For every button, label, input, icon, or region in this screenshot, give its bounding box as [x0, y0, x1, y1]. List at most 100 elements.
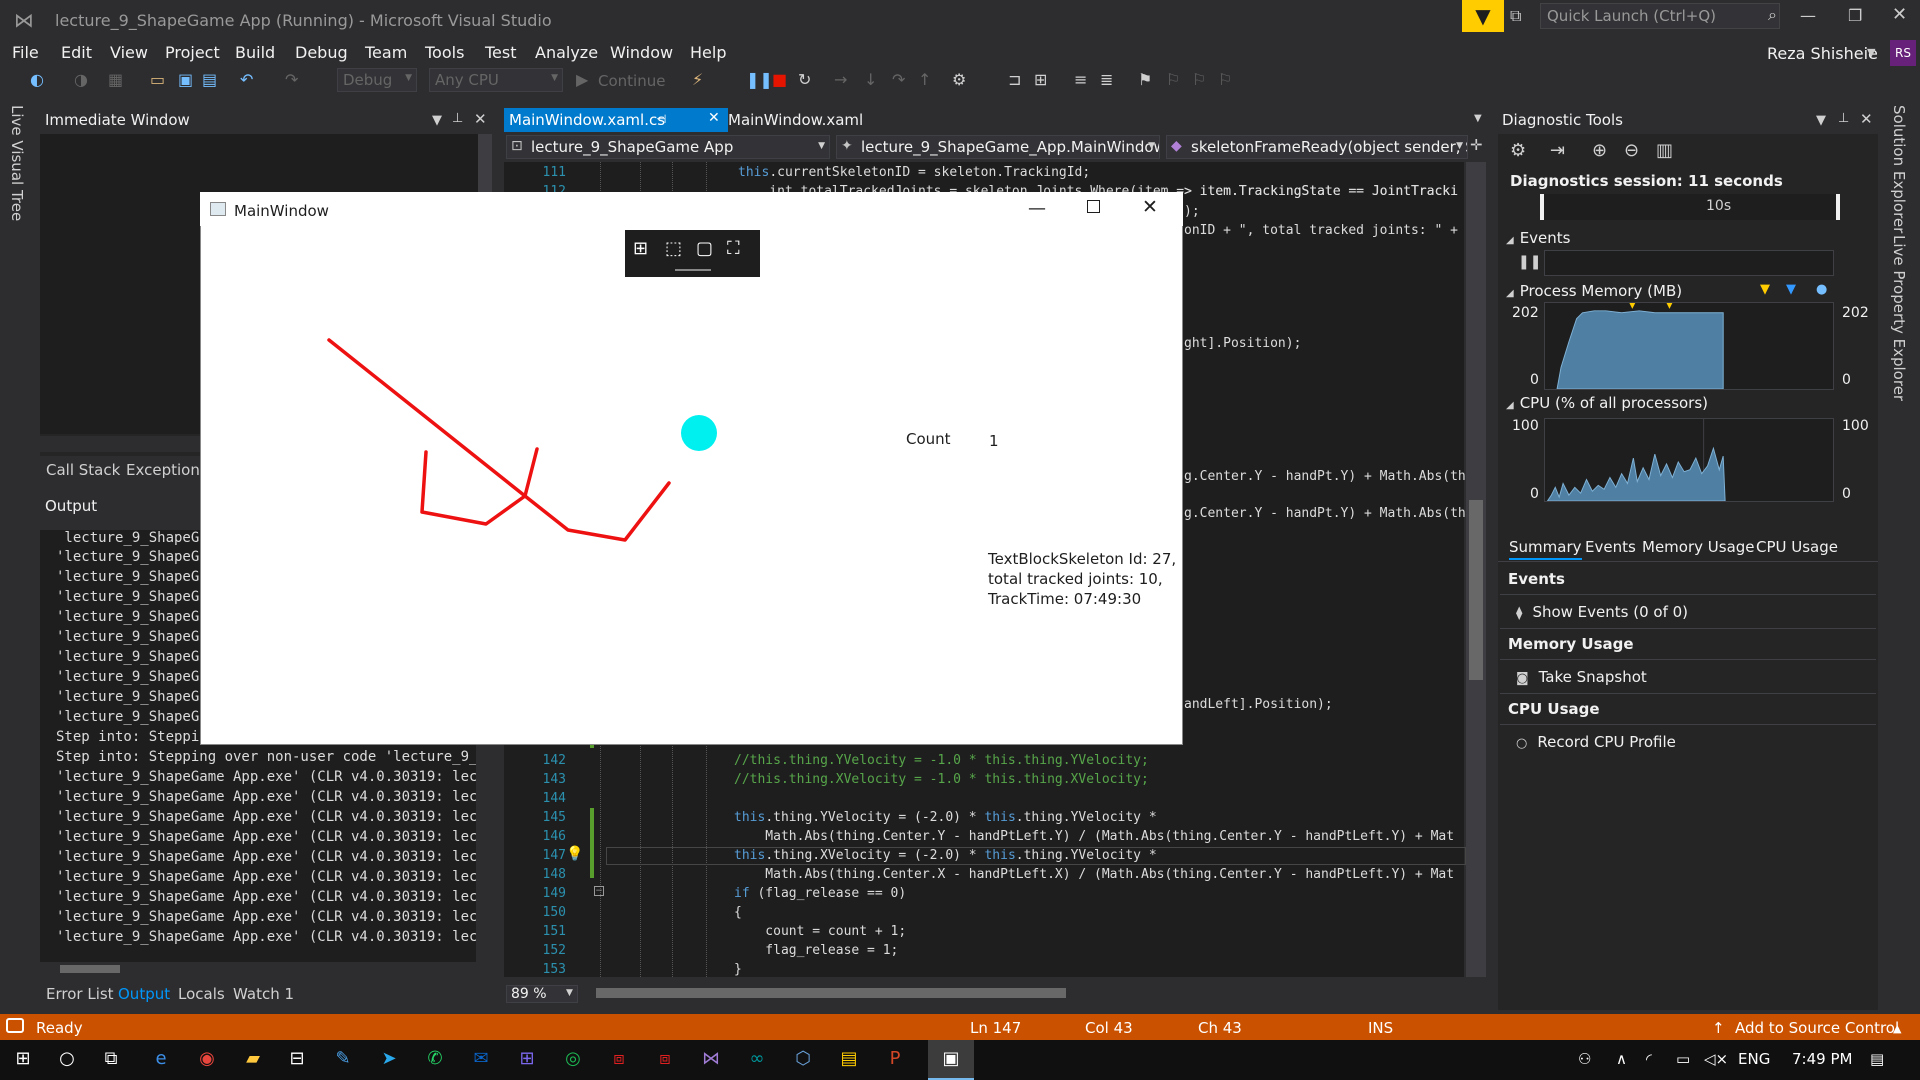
edge-browser-icon[interactable]: e: [148, 1046, 174, 1072]
visual-studio-icon[interactable]: ⋈: [698, 1046, 724, 1072]
clock[interactable]: 7:49 PM: [1792, 1050, 1852, 1068]
memory-usage-chart[interactable]: [1544, 302, 1834, 390]
pin-icon[interactable]: ⊥: [1838, 111, 1849, 126]
menu-edit[interactable]: Edit: [61, 43, 92, 62]
continue-play-icon[interactable]: ▶: [576, 70, 588, 89]
stop-icon[interactable]: ■: [772, 70, 787, 89]
store-icon[interactable]: ⊟: [284, 1046, 310, 1072]
arduino-icon[interactable]: ∞: [744, 1046, 770, 1072]
language-indicator[interactable]: ENG: [1738, 1050, 1770, 1068]
code-line[interactable]: //this.thing.XVelocity = -1.0 * this.thi…: [734, 772, 1149, 787]
wifi-icon[interactable]: ◜: [1646, 1050, 1652, 1068]
menu-view[interactable]: View: [110, 43, 148, 62]
chevron-down-icon[interactable]: ▼: [1474, 113, 1482, 124]
solution-explorer-tab[interactable]: Solution Explorer: [1890, 105, 1908, 233]
chrome-icon[interactable]: ◉: [194, 1046, 220, 1072]
go-to-live-visual-tree-icon[interactable]: ⊞: [633, 238, 648, 259]
new-project-icon[interactable]: ▦: [108, 70, 123, 89]
code-line[interactable]: Math.Abs(thing.Center.Y - handPtLeft.Y) …: [734, 829, 1454, 844]
telegram-icon[interactable]: ➤: [376, 1046, 402, 1072]
solidworks-alt-icon[interactable]: ⧈: [652, 1046, 678, 1072]
record-cpu-profile-button[interactable]: ○ Record CPU Profile: [1516, 733, 1676, 751]
code-fragment[interactable]: ght].Position);: [1184, 336, 1301, 351]
toggle-icon[interactable]: ⊐: [1008, 70, 1021, 89]
attach-icon[interactable]: ⚡: [692, 70, 703, 89]
status-line[interactable]: Ln 147: [970, 1019, 1021, 1037]
restore-button[interactable]: ❐: [1848, 6, 1862, 25]
open-folder-icon[interactable]: ▭: [150, 70, 165, 89]
solution-config-combo[interactable]: Debug ▼: [337, 68, 417, 92]
menu-project[interactable]: Project: [165, 43, 220, 62]
zoom-out-icon[interactable]: ⊖: [1624, 140, 1639, 161]
export-icon[interactable]: ⇥: [1550, 140, 1565, 161]
search-icon[interactable]: ⌕: [1768, 5, 1777, 25]
minimize-button[interactable]: —: [1800, 6, 1816, 25]
tab-error-list[interactable]: Error List: [46, 985, 114, 1003]
tab-cpu-usage[interactable]: CPU Usage: [1756, 538, 1838, 556]
app-shield-icon[interactable]: ⬡: [790, 1046, 816, 1072]
menu-window[interactable]: Window: [610, 43, 673, 62]
close-button[interactable]: ✕: [1892, 4, 1907, 25]
take-snapshot-button[interactable]: ◙ Take Snapshot: [1516, 668, 1647, 686]
select-element-icon[interactable]: ⬚: [665, 238, 682, 259]
code-line[interactable]: this.currentSkeletonID = skeleton.Tracki…: [738, 165, 1090, 180]
memory-section-title[interactable]: ◢ Process Memory (MB): [1506, 282, 1682, 300]
menu-debug[interactable]: Debug: [295, 43, 348, 62]
app-minimize-button[interactable]: —: [1028, 198, 1046, 219]
code-fragment[interactable]: andLeft].Position);: [1184, 697, 1333, 712]
redo-icon[interactable]: ↷: [285, 70, 298, 89]
undo-icon[interactable]: ↶: [240, 70, 253, 89]
tab-call-stack[interactable]: Call Stack: [46, 461, 120, 479]
save-all-icon[interactable]: ▤: [202, 70, 217, 89]
indent-icon[interactable]: ≡: [1074, 70, 1087, 89]
timeline-selection-end[interactable]: [1836, 194, 1840, 220]
sticky-notes-icon[interactable]: ▤: [836, 1046, 862, 1072]
cpu-usage-chart[interactable]: [1544, 418, 1834, 502]
chevron-down-icon[interactable]: ▼: [1816, 113, 1826, 128]
code-fragment[interactable]: > item.TrackingState == JointTracki: [1184, 184, 1458, 199]
zoom-in-icon[interactable]: ⊕: [1592, 140, 1607, 161]
pin-icon[interactable]: ⊥: [452, 111, 463, 126]
whatsapp-icon[interactable]: ✆: [422, 1046, 448, 1072]
tab-locals[interactable]: Locals: [178, 985, 225, 1003]
menu-file[interactable]: File: [12, 43, 39, 62]
track-focused-element-icon[interactable]: ⛶: [727, 238, 740, 259]
tab-memory-usage[interactable]: Memory Usage: [1642, 538, 1755, 556]
close-icon[interactable]: ✕: [1860, 110, 1873, 128]
live-property-explorer-tab[interactable]: Live Property Explorer: [1890, 235, 1908, 401]
gear-icon[interactable]: ⚙: [1510, 140, 1526, 161]
step-into-icon[interactable]: ↓: [864, 70, 877, 89]
code-fragment[interactable]: g.Center.Y - handPt.Y) + Math.Abs(th: [1184, 469, 1466, 484]
menu-build[interactable]: Build: [235, 43, 275, 62]
network-tool-icon[interactable]: ⊞: [514, 1046, 540, 1072]
hot-reload-icon[interactable]: ⚙: [952, 70, 966, 89]
chevron-down-icon[interactable]: ▼: [432, 113, 442, 128]
tab-summary[interactable]: Summary: [1509, 538, 1582, 560]
member-combo[interactable]: ◆ skeletonFrameReady(object sender, Skele…: [1166, 135, 1468, 159]
display-layout-adorners-icon[interactable]: ▢: [696, 238, 713, 259]
tab-watch-1[interactable]: Watch 1: [233, 985, 294, 1003]
prev-bookmark-icon[interactable]: ⚐: [1166, 70, 1180, 89]
outlook-icon[interactable]: ✉: [468, 1046, 494, 1072]
chevron-up-icon[interactable]: ∧: [1616, 1050, 1627, 1068]
navigate-forward-icon[interactable]: ◑: [74, 70, 88, 89]
file-explorer-icon[interactable]: ▰: [240, 1046, 266, 1072]
layout-icon[interactable]: ⊞: [1034, 70, 1047, 89]
show-next-statement-icon[interactable]: →: [834, 70, 847, 89]
clear-bookmarks-icon[interactable]: ⚐: [1218, 70, 1232, 89]
outdent-icon[interactable]: ≣: [1100, 70, 1113, 89]
report-icon[interactable]: ▥: [1656, 140, 1673, 161]
close-icon[interactable]: ✕: [474, 110, 487, 128]
status-column[interactable]: Col 43: [1085, 1019, 1133, 1037]
code-fragment[interactable]: g.Center.Y - handPt.Y) + Math.Abs(th: [1184, 506, 1466, 521]
powerpoint-icon[interactable]: P: [882, 1046, 908, 1072]
pause-icon[interactable]: ❚❚: [1518, 254, 1541, 270]
feedback-icon[interactable]: ⧉: [1510, 6, 1534, 28]
user-name[interactable]: Reza Shisheie: [1767, 44, 1878, 63]
events-section-title[interactable]: ◢ Events: [1506, 229, 1571, 247]
code-line[interactable]: flag_release = 1;: [734, 943, 898, 958]
menu-help[interactable]: Help: [690, 43, 726, 62]
chevron-up-icon[interactable]: ▲: [1893, 1022, 1901, 1035]
code-line[interactable]: if (flag_release == 0): [734, 886, 906, 901]
chevron-down-icon[interactable]: ▼: [1867, 46, 1875, 59]
